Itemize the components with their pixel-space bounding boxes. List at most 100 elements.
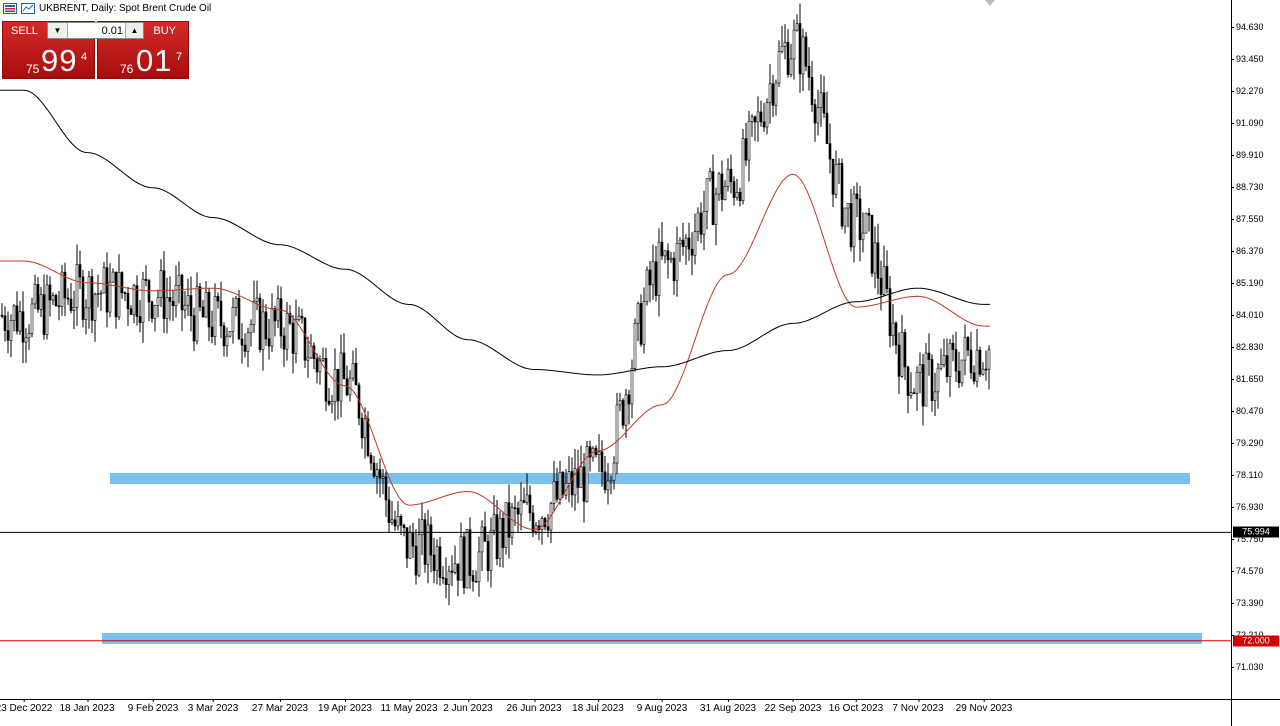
candle (825, 91, 829, 144)
lot-increase-icon[interactable]: ▲ (125, 23, 143, 38)
candle (762, 102, 766, 132)
candle (492, 495, 496, 536)
time-tick-label: 18 Jul 2023 (572, 699, 624, 714)
candle (468, 517, 472, 589)
current-price-label: 75.994 (1233, 526, 1279, 538)
candle (465, 529, 469, 589)
support-zone[interactable] (102, 632, 1202, 644)
candle (69, 283, 73, 314)
candle (18, 301, 22, 335)
candle (447, 565, 451, 606)
time-tick-label: 2 Jun 2023 (443, 699, 493, 714)
lot-size-input[interactable] (68, 23, 126, 38)
candle (948, 338, 952, 397)
candle (954, 331, 958, 382)
candle (828, 123, 832, 174)
candle (756, 96, 760, 142)
candle (246, 327, 250, 368)
chart-title: UKBRENT, Daily: Spot Brent Crude Oil (39, 3, 212, 14)
candle (54, 293, 58, 307)
candle (987, 345, 991, 390)
candle (435, 539, 439, 585)
candle (378, 458, 382, 498)
candle (174, 265, 178, 318)
candle (390, 501, 394, 525)
price-chart[interactable] (0, 0, 1231, 699)
candle (279, 286, 283, 349)
time-tick-label: 27 Mar 2023 (251, 699, 309, 714)
lot-size-stepper[interactable]: ▼ ▲ (47, 22, 144, 39)
candle (681, 222, 685, 256)
candle (807, 47, 811, 91)
candle (843, 207, 847, 234)
candle (450, 555, 454, 587)
price-tick-label: 78.110 (1231, 470, 1263, 480)
candle (303, 317, 307, 368)
candle (708, 167, 712, 182)
candle (732, 176, 736, 206)
candle (957, 351, 961, 389)
candle (867, 207, 871, 232)
candle (960, 359, 964, 387)
candle (567, 456, 571, 503)
chart-menu-icon[interactable] (3, 3, 17, 14)
candle (744, 122, 748, 167)
candle (189, 276, 193, 332)
candle (876, 223, 880, 295)
candle (171, 290, 175, 321)
candle (939, 348, 943, 371)
buy-price-sup: 7 (176, 51, 183, 63)
candle (906, 365, 910, 414)
candle (474, 570, 478, 583)
support-zones (102, 472, 1202, 644)
candle (231, 297, 235, 344)
candle (858, 185, 862, 262)
candle (138, 300, 142, 333)
candle (753, 115, 757, 142)
candle (36, 277, 40, 313)
chart-area[interactable] (0, 0, 1231, 699)
candle (951, 334, 955, 362)
candle (402, 523, 406, 537)
candle (975, 329, 979, 388)
scroll-marker-icon[interactable] (985, 0, 995, 6)
candle (108, 263, 112, 318)
candle (789, 43, 793, 78)
candle (165, 277, 169, 334)
chart-window-icon[interactable] (21, 3, 35, 14)
candle (627, 389, 631, 425)
candle (348, 370, 352, 402)
time-tick-label: 31 Aug 2023 (699, 699, 757, 714)
candle (963, 324, 967, 376)
support-zone[interactable] (110, 472, 1190, 484)
candle (717, 171, 721, 201)
candle (660, 221, 664, 260)
candle (861, 212, 865, 253)
candle (741, 128, 745, 205)
candle (519, 482, 523, 531)
candle (672, 251, 676, 295)
candle (24, 328, 28, 363)
lot-decrease-icon[interactable]: ▼ (48, 23, 68, 38)
candle (45, 274, 49, 340)
candle (573, 449, 577, 511)
candle (612, 456, 616, 490)
candle (144, 265, 148, 287)
candle (423, 513, 427, 573)
price-tick-label: 86.370 (1231, 246, 1264, 256)
candle (384, 471, 388, 517)
candle (765, 98, 769, 135)
candle (645, 266, 649, 306)
candle (663, 250, 667, 264)
candle (582, 453, 586, 523)
candle (369, 452, 373, 471)
candle (387, 486, 391, 532)
candle (750, 114, 754, 137)
candle (636, 301, 640, 342)
candle (33, 274, 37, 309)
price-axis[interactable]: 94.630 93.450 92.270 91.090 89.910 88.730 87.5… (1231, 0, 1280, 699)
candle (168, 276, 172, 321)
time-axis[interactable]: 23 Dec 2022 18 Jan 2023 9 Feb 2023 3 Mar 20… (0, 699, 1231, 726)
candle (159, 259, 163, 307)
time-tick-label: 9 Aug 2023 (636, 699, 688, 714)
